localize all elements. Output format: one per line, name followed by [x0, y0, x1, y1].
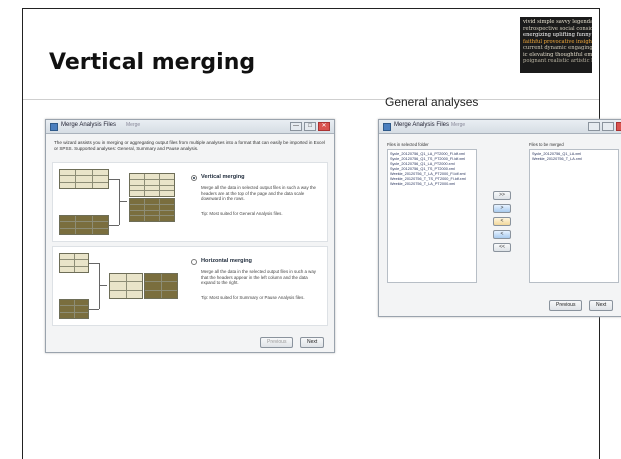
merge-wizard-window-vertical: Merge Analysis Files Merge — □ ✕ The wiz…: [45, 119, 335, 353]
horizontal-merge-description: Merge all the data in the selected outpu…: [201, 269, 316, 286]
window-title-suffix: Merge: [126, 122, 141, 128]
connector-line: [109, 225, 119, 226]
window-title-suffix: Merge: [451, 122, 466, 128]
brand-logo: vivid simple savvy legendary brightretro…: [520, 17, 592, 73]
source-list-label: Files in selected folder: [387, 142, 429, 147]
title-divider: [23, 99, 599, 100]
minimize-button[interactable]: [588, 122, 600, 131]
data-table-graphic: [59, 215, 109, 235]
logo-word-line: poignant realistic artistic heartfelt: [523, 58, 592, 64]
target-files-list[interactable]: Sycle_20120756_Q1_LA.xml Weekle_20120756…: [529, 149, 619, 283]
next-button[interactable]: Next: [589, 300, 614, 311]
logo-word-line: current dynamic engaging tastefu: [523, 45, 592, 51]
window-controls: — □ ✕: [290, 122, 330, 131]
remove-selected-button[interactable]: <: [493, 230, 511, 239]
caption-general-analyses: General analyses: [385, 95, 479, 109]
data-table-graphic: [59, 299, 89, 319]
next-button[interactable]: Next: [300, 337, 325, 348]
window-titlebar: Merge Analysis Files Merge: [379, 120, 621, 134]
logo-word-line: vivid simple savvy legendary bright: [523, 19, 592, 25]
connector-line: [109, 179, 119, 180]
maximize-button[interactable]: □: [304, 122, 316, 131]
window-title: Merge Analysis Files: [61, 122, 117, 128]
connector-line: [99, 285, 107, 286]
horizontal-merge-label: Horizontal merging: [201, 258, 252, 264]
header-table-graphic: [59, 169, 109, 189]
vertical-merge-radio[interactable]: [191, 175, 197, 181]
slide: Vertical merging vivid simple savvy lege…: [22, 8, 621, 459]
horizontal-merge-tip: Tip: Most suited for Summary or Pause An…: [201, 295, 305, 300]
connector-line: [99, 263, 100, 309]
vertical-merge-description: Merge all the data in selected output fi…: [201, 185, 316, 202]
remove-all-button[interactable]: <<: [493, 243, 511, 252]
previous-button[interactable]: Previous: [260, 337, 294, 348]
connector-line: [89, 309, 99, 310]
connector-line: [119, 201, 127, 202]
previous-button[interactable]: Previous: [549, 300, 583, 311]
minimize-button[interactable]: —: [290, 122, 302, 131]
add-button[interactable]: >: [493, 204, 511, 213]
vertical-merge-tip: Tip: Most suited for General Analysis fi…: [201, 211, 283, 216]
connector-line: [89, 263, 99, 264]
window-titlebar: Merge Analysis Files Merge — □ ✕: [46, 120, 334, 134]
app-icon: [50, 123, 58, 131]
maximize-button[interactable]: [602, 122, 614, 131]
merged-table-graphic-left: [109, 273, 143, 299]
window-title: Merge Analysis Files: [394, 122, 450, 128]
header-table-graphic: [59, 253, 89, 273]
logo-word-line: energizing uplifting funny shared: [523, 32, 592, 38]
window-controls: [588, 122, 621, 131]
merge-wizard-window-file-selection: Merge Analysis Files Merge Files in sele…: [378, 119, 621, 317]
vertical-merge-panel[interactable]: Vertical merging Merge all the data in s…: [52, 162, 328, 242]
wizard-intro: The wizard assists you in merging or agg…: [54, 140, 325, 151]
remove-button[interactable]: <: [493, 217, 511, 226]
list-item[interactable]: Weekle_20120756_T_LA_PT2000.xml: [390, 182, 474, 187]
close-button[interactable]: [616, 122, 621, 131]
merged-table-graphic-right: [144, 273, 178, 299]
vertical-merge-label: Vertical merging: [201, 174, 245, 180]
horizontal-merge-panel[interactable]: Horizontal merging Merge all the data in…: [52, 246, 328, 326]
close-button[interactable]: ✕: [318, 122, 330, 131]
target-list-label: Files to be merged: [529, 142, 564, 147]
source-files-list[interactable]: Sycle_20120756_Q1_LA_PT2000_Fl.idf.xml S…: [387, 149, 477, 283]
slide-title: Vertical merging: [49, 50, 256, 75]
connector-line: [119, 179, 120, 225]
list-item[interactable]: Weekle_20120756_T_LA.xml: [532, 157, 616, 162]
merged-table-graphic-bottom: [129, 198, 175, 222]
horizontal-merge-radio[interactable]: [191, 259, 197, 265]
add-all-button[interactable]: >>: [493, 191, 511, 200]
app-icon: [383, 123, 391, 131]
merged-table-graphic-top: [129, 173, 175, 197]
